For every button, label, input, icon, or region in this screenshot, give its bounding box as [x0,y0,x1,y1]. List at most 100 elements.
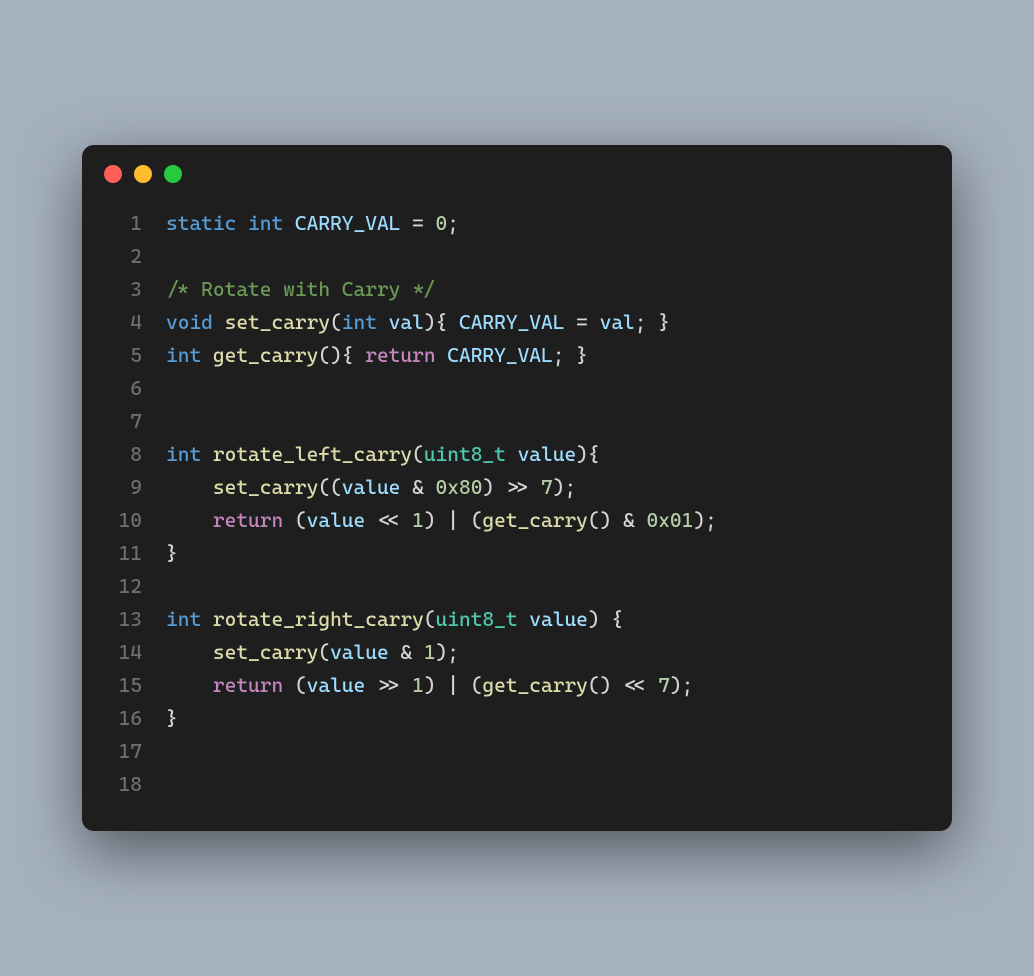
line-number: 5 [102,339,142,372]
code-line: 17 [102,735,932,768]
token-punc: ( [318,640,330,664]
code-editor[interactable]: 1 static int CARRY_VAL = 0; 23/* Rotate wi… [82,193,952,801]
line-number: 1 [102,207,142,240]
line-number: 10 [102,504,142,537]
code-line: 4 void set_carry(int val){ CARRY_VAL = va… [102,306,932,339]
token-kw: int [166,343,201,367]
token-punc: ){ [424,310,459,334]
token-num: 7 [541,475,553,499]
token-punc: ( [330,310,342,334]
token-punc: ) >> [482,475,541,499]
minimize-icon[interactable] [134,165,152,183]
code-content: return (value << 1) | (get_carry() & 0x0… [166,504,717,537]
token-var: value [307,673,366,697]
token-punc [201,442,213,466]
code-content: void set_carry(int val){ CARRY_VAL = val… [166,306,670,339]
token-num: 0x80 [436,475,483,499]
token-punc: ( [283,673,306,697]
line-number: 2 [102,240,142,273]
token-type: uint8_t [424,442,506,466]
token-punc: ); [436,640,459,664]
token-kw: void [166,310,213,334]
token-punc [213,310,225,334]
token-punc [518,607,530,631]
token-punc: ( [412,442,424,466]
line-number: 15 [102,669,142,702]
code-window: 1 static int CARRY_VAL = 0; 23/* Rotate wi… [82,145,952,831]
token-fn: get_carry [482,508,587,532]
token-kw: int [248,211,283,235]
token-punc [377,310,389,334]
code-line: 9 set_carry((value & 0x80) >> 7); [102,471,932,504]
token-var: val [389,310,424,334]
token-punc: (( [318,475,341,499]
code-line: 13int rotate_right_carry(uint8_t value) … [102,603,932,636]
token-fn: set_carry [213,475,318,499]
token-punc [201,607,213,631]
code-line: 7 [102,405,932,438]
token-var: value [529,607,588,631]
token-num: 1 [424,640,436,664]
close-icon[interactable] [104,165,122,183]
token-fn: get_carry [213,343,318,367]
line-number: 17 [102,735,142,768]
token-kw: int [166,442,201,466]
code-content: set_carry((value & 0x80) >> 7); [166,471,576,504]
code-content: int get_carry(){ return CARRY_VAL; } [166,339,588,372]
line-number: 9 [102,471,142,504]
maximize-icon[interactable] [164,165,182,183]
token-punc [166,475,213,499]
token-punc: ; } [635,310,670,334]
token-punc: ; [447,211,459,235]
token-punc: () & [588,508,647,532]
code-line: 8int rotate_left_carry(uint8_t value){ [102,438,932,471]
line-number: 4 [102,306,142,339]
token-punc: (){ [318,343,365,367]
code-line: 12 [102,570,932,603]
code-line: 1 static int CARRY_VAL = 0; [102,207,932,240]
code-content: /* Rotate with Carry */ [166,273,436,306]
token-var: value [330,640,389,664]
token-punc: & [400,475,435,499]
token-var: value [342,475,401,499]
token-punc: ) | ( [424,508,483,532]
token-punc: ) | ( [424,673,483,697]
code-content: } [166,537,178,570]
code-line: 3/* Rotate with Carry */ [102,273,932,306]
token-fn: rotate_right_carry [213,607,424,631]
token-punc [236,211,248,235]
token-punc [166,640,213,664]
code-content: return (value >> 1) | (get_carry() << 7)… [166,669,693,702]
token-punc: = [564,310,599,334]
token-kw: int [342,310,377,334]
code-content: } [166,702,178,735]
code-line: 6 [102,372,932,405]
line-number: 12 [102,570,142,603]
token-punc: ); [670,673,693,697]
code-content: static int CARRY_VAL = 0; [166,207,459,240]
token-punc: () << [588,673,658,697]
token-fn: rotate_left_carry [213,442,412,466]
code-line: 5 int get_carry(){ return CARRY_VAL; } [102,339,932,372]
token-punc: = [400,211,435,235]
token-punc: >> [365,673,412,697]
token-punc [166,673,213,697]
token-kw: static [166,211,236,235]
code-content: int rotate_left_carry(uint8_t value){ [166,438,600,471]
token-var: CARRY_VAL [295,211,400,235]
line-number: 6 [102,372,142,405]
token-punc: ; } [553,343,588,367]
line-number: 16 [102,702,142,735]
token-fn: get_carry [482,673,587,697]
code-line: 2 [102,240,932,273]
token-num: 0 [436,211,448,235]
code-line: 16} [102,702,932,735]
token-punc: ( [424,607,436,631]
token-var: value [518,442,577,466]
token-type: uint8_t [436,607,518,631]
token-cmt: /* Rotate with Carry */ [166,277,436,301]
code-content: set_carry(value & 1); [166,636,459,669]
token-punc: << [365,508,412,532]
token-punc: } [166,541,178,565]
token-punc: ( [283,508,306,532]
